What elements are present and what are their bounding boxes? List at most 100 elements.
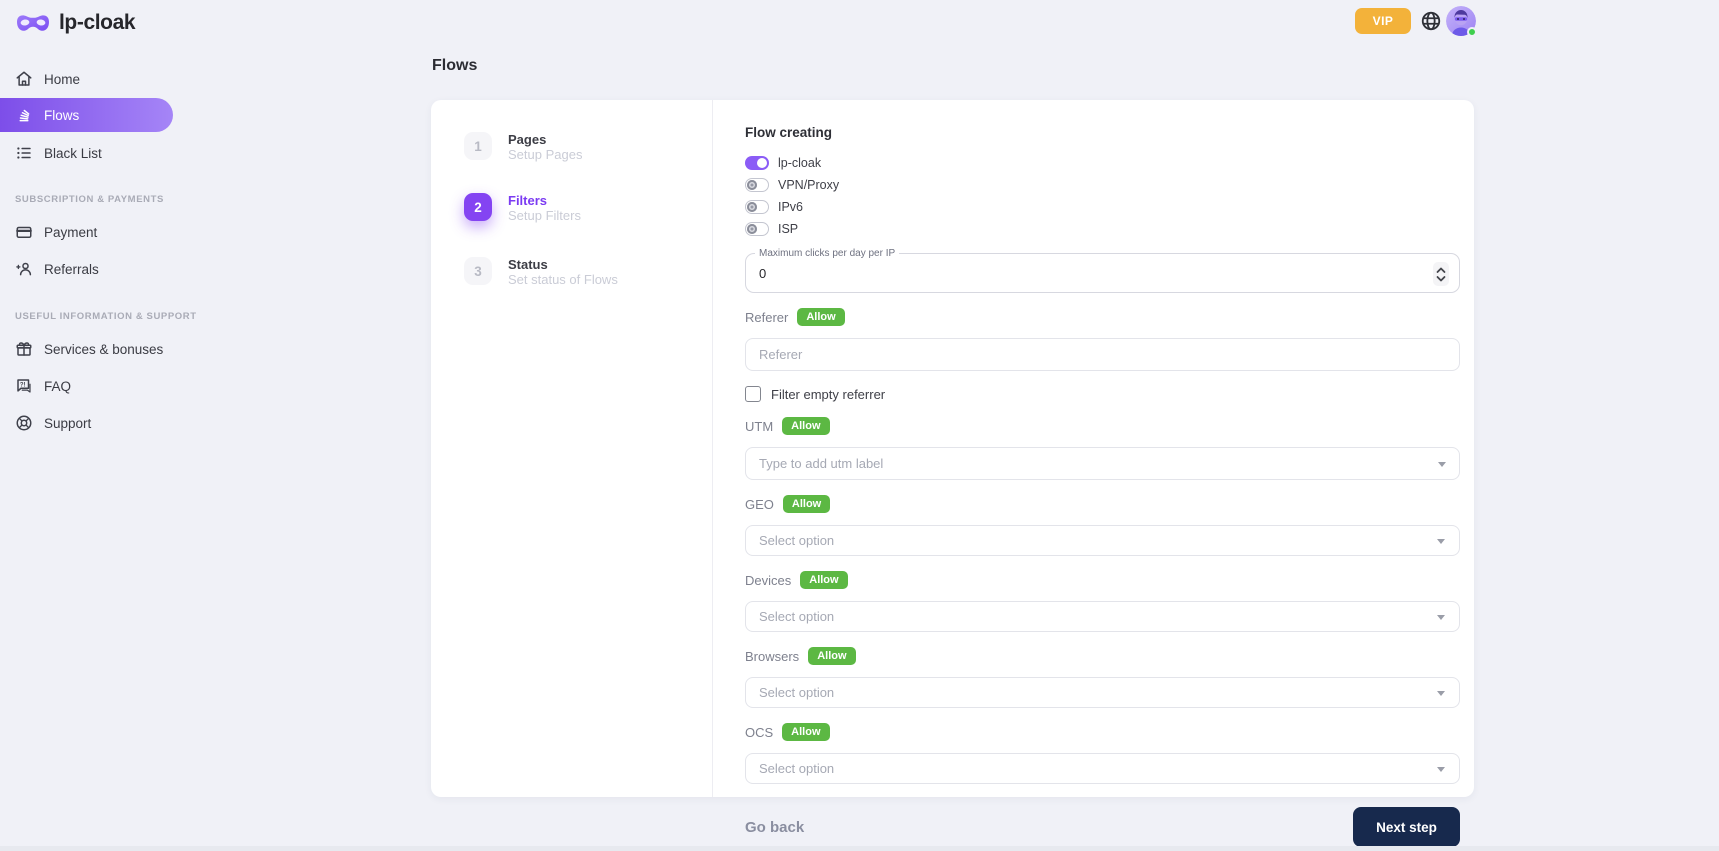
sidebar-item-label: Flows bbox=[44, 108, 79, 123]
step-number: 3 bbox=[464, 257, 492, 285]
toggle-row-lp-cloak[interactable]: lp-cloak bbox=[745, 153, 1460, 173]
sidebar-section-useful: USEFUL INFORMATION & SUPPORT bbox=[15, 309, 165, 323]
dropdown-caret-icon bbox=[1437, 691, 1445, 696]
page-title: Flows bbox=[432, 57, 477, 75]
referer-label-row: Referer Allow bbox=[745, 308, 1460, 326]
flow-creating-form: Flow creating lp-cloak VPN/Proxy IPv6 IS… bbox=[745, 100, 1460, 797]
devices-label: Devices bbox=[745, 573, 791, 588]
toggle-label: IPv6 bbox=[778, 200, 803, 214]
select-placeholder: Select option bbox=[759, 533, 834, 548]
toggle-label: VPN/Proxy bbox=[778, 178, 839, 192]
filter-empty-referrer-checkbox[interactable] bbox=[745, 386, 761, 402]
ocs-select[interactable]: Select option bbox=[745, 753, 1460, 784]
sidebar-item-label: Support bbox=[44, 416, 91, 431]
vip-button[interactable]: VIP bbox=[1355, 8, 1411, 34]
sidebar-item-home[interactable]: Home bbox=[0, 62, 173, 96]
checkbox-label: Filter empty referrer bbox=[771, 387, 885, 402]
dropdown-caret-icon bbox=[1438, 462, 1446, 467]
sidebar-item-label: Home bbox=[44, 72, 80, 87]
sidebar-item-support[interactable]: Support bbox=[0, 406, 173, 440]
step-number: 2 bbox=[464, 193, 492, 221]
toggle-row-isp[interactable]: ISP bbox=[745, 219, 1460, 239]
devices-select[interactable]: Select option bbox=[745, 601, 1460, 632]
list-icon bbox=[15, 144, 33, 162]
ocs-label-row: OCS Allow bbox=[745, 723, 1460, 741]
sidebar-item-label: Referrals bbox=[44, 262, 99, 277]
number-stepper-icon[interactable] bbox=[1433, 262, 1449, 286]
sidebar-item-label: Payment bbox=[44, 225, 97, 240]
faq-chat-icon: ?! bbox=[15, 377, 33, 395]
sidebar-item-blacklist[interactable]: Black List bbox=[0, 136, 173, 170]
dropdown-caret-icon bbox=[1437, 615, 1445, 620]
lifebuoy-icon bbox=[15, 414, 33, 432]
step-title: Status bbox=[508, 257, 618, 272]
step-number: 1 bbox=[464, 132, 492, 160]
referer-allow-badge[interactable]: Allow bbox=[797, 308, 844, 326]
geo-allow-badge[interactable]: Allow bbox=[783, 495, 830, 513]
referer-input[interactable] bbox=[745, 338, 1460, 371]
ipv6-toggle[interactable] bbox=[745, 200, 769, 214]
step-subtitle: Set status of Flows bbox=[508, 272, 618, 288]
brand-name: lp-cloak bbox=[59, 11, 135, 35]
browsers-label: Browsers bbox=[745, 649, 799, 664]
svg-text:?!: ?! bbox=[20, 382, 26, 388]
form-title: Flow creating bbox=[745, 125, 1460, 140]
step-filters[interactable]: 2 Filters Setup Filters bbox=[464, 193, 581, 224]
step-subtitle: Setup Pages bbox=[508, 147, 582, 163]
toggle-label: ISP bbox=[778, 222, 798, 236]
devices-allow-badge[interactable]: Allow bbox=[800, 571, 847, 589]
utm-label-row: UTM Allow bbox=[745, 417, 1460, 435]
lp-cloak-toggle[interactable] bbox=[745, 156, 769, 170]
devices-label-row: Devices Allow bbox=[745, 571, 1460, 589]
sidebar-item-services[interactable]: Services & bonuses bbox=[0, 332, 173, 366]
geo-select[interactable]: Select option bbox=[745, 525, 1460, 556]
gift-icon bbox=[15, 340, 33, 358]
toggle-label: lp-cloak bbox=[778, 156, 821, 170]
dropdown-caret-icon bbox=[1437, 767, 1445, 772]
sidebar-item-label: Services & bonuses bbox=[44, 342, 163, 357]
geo-label-row: GEO Allow bbox=[745, 495, 1460, 513]
browsers-select[interactable]: Select option bbox=[745, 677, 1460, 708]
home-icon bbox=[15, 70, 33, 88]
step-title: Pages bbox=[508, 132, 582, 147]
user-avatar[interactable] bbox=[1446, 6, 1476, 36]
flow-card: 1 Pages Setup Pages 2 Filters Setup Filt… bbox=[431, 100, 1474, 797]
sidebar-item-flows[interactable]: Flows bbox=[0, 98, 173, 132]
browsers-label-row: Browsers Allow bbox=[745, 647, 1460, 665]
go-back-button[interactable]: Go back bbox=[745, 819, 804, 836]
step-status[interactable]: 3 Status Set status of Flows bbox=[464, 257, 618, 288]
select-placeholder: Select option bbox=[759, 685, 834, 700]
select-placeholder: Select option bbox=[759, 761, 834, 776]
referral-user-icon bbox=[15, 260, 33, 278]
toggle-row-vpn-proxy[interactable]: VPN/Proxy bbox=[745, 175, 1460, 195]
language-globe-icon[interactable] bbox=[1420, 10, 1442, 32]
browsers-allow-badge[interactable]: Allow bbox=[808, 647, 855, 665]
step-pages[interactable]: 1 Pages Setup Pages bbox=[464, 132, 582, 163]
utm-input[interactable] bbox=[745, 447, 1460, 480]
utm-allow-badge[interactable]: Allow bbox=[782, 417, 829, 435]
dropdown-caret-icon bbox=[1437, 539, 1445, 544]
sidebar-item-label: Black List bbox=[44, 146, 102, 161]
online-status-dot bbox=[1467, 27, 1477, 37]
referer-label: Referer bbox=[745, 310, 788, 325]
max-clicks-input[interactable] bbox=[759, 266, 1359, 281]
max-clicks-field: Maximum clicks per day per IP bbox=[745, 253, 1460, 293]
toggle-row-ipv6[interactable]: IPv6 bbox=[745, 197, 1460, 217]
bottom-edge bbox=[0, 846, 1719, 851]
utm-label: UTM bbox=[745, 419, 773, 434]
next-step-button[interactable]: Next step bbox=[1353, 807, 1460, 847]
filter-empty-referrer-row[interactable]: Filter empty referrer bbox=[745, 386, 1460, 402]
geo-label: GEO bbox=[745, 497, 774, 512]
step-title: Filters bbox=[508, 193, 581, 208]
mask-logo-icon bbox=[15, 12, 51, 34]
app-root: lp-cloak Home Flows bbox=[0, 0, 1719, 851]
sidebar-item-referrals[interactable]: Referrals bbox=[0, 252, 173, 286]
sidebar-section-subscription: SUBSCRIPTION & PAYMENTS bbox=[15, 192, 165, 206]
sidebar-item-faq[interactable]: ?! FAQ bbox=[0, 369, 173, 403]
brand-logo[interactable]: lp-cloak bbox=[15, 11, 135, 35]
sidebar-item-payment[interactable]: Payment bbox=[0, 215, 173, 249]
vpn-proxy-toggle[interactable] bbox=[745, 178, 769, 192]
ocs-allow-badge[interactable]: Allow bbox=[782, 723, 829, 741]
sidebar-item-label: FAQ bbox=[44, 379, 71, 394]
isp-toggle[interactable] bbox=[745, 222, 769, 236]
